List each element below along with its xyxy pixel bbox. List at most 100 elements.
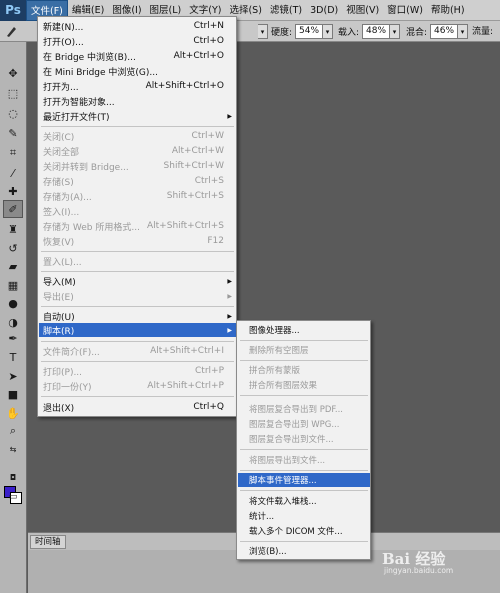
submenu-item-comps-to-pdf[interactable]: 将图层复合导出到 PDF... [238, 402, 370, 416]
hardness-field[interactable]: 54% [295, 24, 324, 39]
load-dropdown-arrow[interactable]: ▾ [390, 24, 401, 39]
menu-item-print[interactable]: 打印(P)... Ctrl+P [39, 364, 236, 378]
timeline-tab[interactable]: 时间轴 [30, 535, 66, 549]
menu-separator [41, 361, 234, 362]
submenu-item-browse[interactable]: 浏览(B)... [238, 544, 370, 558]
move-icon[interactable]: ✥ [3, 64, 23, 82]
load-field[interactable]: 48% [362, 24, 391, 39]
brush-icon[interactable]: ✐ [3, 200, 23, 218]
menu-item-automate[interactable]: 自动(U) ▶ [39, 309, 236, 323]
submenu-arrow-icon: ▶ [227, 112, 232, 120]
submenu-arrow-icon: ▶ [227, 312, 232, 320]
menu-item-place[interactable]: 置入(L)... [39, 254, 236, 268]
shape-icon[interactable]: ■ [3, 385, 23, 403]
menu-separator [41, 306, 234, 307]
lasso-icon[interactable]: ◌ [3, 104, 23, 122]
gradient-icon[interactable]: ▦ [3, 276, 23, 294]
submenu-item-delete-empty-layers[interactable]: 删除所有空图层 [238, 343, 370, 357]
baidu-jingyan-watermark: Bai 经验 jingyan.baidu.com [382, 548, 453, 575]
submenu-item-comps-to-files[interactable]: 图层复合导出到文件... [238, 432, 370, 446]
menu-separator [41, 341, 234, 342]
submenu-item-script-events-manager[interactable]: 脚本事件管理器... [238, 473, 370, 487]
submenu-arrow-icon: ▶ [227, 326, 232, 334]
flow-label: 流量: [472, 27, 494, 37]
menu-item-save-as[interactable]: 存储为(A)... Shift+Ctrl+S [39, 189, 236, 203]
menu-3d[interactable]: 3D(D) [306, 0, 342, 21]
menu-window[interactable]: 窗口(W) [383, 0, 427, 21]
menu-item-close[interactable]: 关闭(C) Ctrl+W [39, 129, 236, 143]
stamp-icon[interactable]: ♜ [3, 220, 23, 238]
crop-icon[interactable]: ⌗ [3, 144, 23, 162]
submenu-item-layers-to-files[interactable]: 将图层导出到文件... [238, 453, 370, 467]
eraser-icon[interactable]: ▰ [3, 257, 23, 275]
submenu-arrow-icon: ▶ [227, 292, 232, 300]
pen-icon[interactable]: ✒ [3, 329, 23, 347]
submenu-item-flatten-layer-effects[interactable]: 拼合所有图层效果 [238, 378, 370, 392]
menu-item-scripts[interactable]: 脚本(R) ▶ [39, 323, 236, 337]
zoom-icon[interactable]: ⌕ [3, 422, 23, 440]
menu-separator [41, 251, 234, 252]
menu-item-save[interactable]: 存储(S) Ctrl+S [39, 174, 236, 188]
menu-separator [41, 126, 234, 127]
hardness-label: 硬度: [271, 28, 293, 38]
screen-mode-icon[interactable]: ▭ [3, 488, 23, 506]
type-icon[interactable]: T [3, 348, 23, 366]
watermark-url: jingyan.baidu.com [384, 566, 454, 575]
menu-separator [240, 541, 368, 542]
menu-item-import[interactable]: 导入(M) ▶ [39, 274, 236, 288]
tool-panel: ✥ ⬚ ◌ ✎ ⌗ ⁄ ✚ ✐ ♜ ↺ ▰ ▦ ● ◑ ✒ T ➤ ■ ✋ ⌕ … [0, 42, 27, 593]
menu-item-revert[interactable]: 恢复(V) F12 [39, 234, 236, 248]
submenu-item-comps-to-wpg[interactable]: 图层复合导出到 WPG... [238, 417, 370, 431]
menu-separator [41, 271, 234, 272]
menu-separator [240, 490, 368, 491]
mix-dropdown-arrow[interactable]: ▾ [458, 24, 469, 39]
menu-item-exit[interactable]: 退出(X) Ctrl+Q [39, 400, 236, 414]
menu-separator [240, 395, 368, 396]
submenu-item-image-processor[interactable]: 图像处理器... [238, 323, 370, 337]
menu-item-file-info[interactable]: 文件简介(F)... Alt+Shift+Ctrl+I [39, 344, 236, 358]
menu-view[interactable]: 视图(V) [342, 0, 383, 21]
menu-item-browse-mini-bridge[interactable]: 在 Mini Bridge 中浏览(G)... [39, 64, 236, 78]
menu-item-open-smart-object[interactable]: 打开为智能对象... [39, 94, 236, 108]
menu-item-save-for-web[interactable]: 存储为 Web 所用格式... Alt+Shift+Ctrl+S [39, 219, 236, 233]
menu-item-recent-files[interactable]: 最近打开文件(T) ▶ [39, 109, 236, 123]
mix-field[interactable]: 46% [430, 24, 459, 39]
mode-dropdown-arrow[interactable]: ▾ [258, 24, 268, 39]
submenu-item-flatten-masks[interactable]: 拼合所有蒙版 [238, 363, 370, 377]
menu-separator [240, 449, 368, 450]
submenu-item-statistics[interactable]: 统计... [238, 509, 370, 523]
marquee-icon[interactable]: ⬚ [3, 84, 23, 102]
submenu-item-load-dicom[interactable]: 载入多个 DICOM 文件... [238, 524, 370, 538]
blur-icon[interactable]: ● [3, 294, 23, 312]
load-label: 载入: [338, 28, 360, 38]
menu-item-open[interactable]: 打开(O)... Ctrl+O [39, 34, 236, 48]
eyedropper-icon[interactable]: ⁄ [3, 164, 23, 182]
menu-item-browse-bridge[interactable]: 在 Bridge 中浏览(B)... Alt+Ctrl+O [39, 49, 236, 63]
history-brush-icon[interactable]: ↺ [3, 239, 23, 257]
menu-separator [41, 396, 234, 397]
menu-item-print-one-copy[interactable]: 打印一份(Y) Alt+Shift+Ctrl+P [39, 379, 236, 393]
menu-item-check-in[interactable]: 签入(I)... [39, 204, 236, 218]
brush-preset-icon[interactable] [4, 24, 20, 39]
menu-item-close-all[interactable]: 关闭全部 Alt+Ctrl+W [39, 144, 236, 158]
menu-filter[interactable]: 滤镜(T) [266, 0, 306, 21]
quick-mask-icon[interactable]: ◘ [3, 468, 23, 486]
submenu-arrow-icon: ▶ [227, 277, 232, 285]
submenu-item-load-files-into-stack[interactable]: 将文件载入堆栈... [238, 494, 370, 508]
hardness-dropdown-arrow[interactable]: ▾ [323, 24, 334, 39]
menu-item-export[interactable]: 导出(E) ▶ [39, 289, 236, 303]
file-menu-dropdown: 新建(N)... Ctrl+N 打开(O)... Ctrl+O 在 Bridge 中… [37, 16, 237, 417]
path-select-icon[interactable]: ➤ [3, 367, 23, 385]
healing-icon[interactable]: ✚ [3, 182, 23, 200]
swap-colors-icon[interactable]: ⇆ [3, 440, 23, 458]
quick-select-icon[interactable]: ✎ [3, 124, 23, 142]
menu-item-open-as[interactable]: 打开为... Alt+Shift+Ctrl+O [39, 79, 236, 93]
menu-item-new[interactable]: 新建(N)... Ctrl+N [39, 19, 236, 33]
menu-help[interactable]: 帮助(H) [427, 0, 469, 21]
menu-separator [240, 360, 368, 361]
hand-icon[interactable]: ✋ [3, 404, 23, 422]
mix-label: 混合: [406, 28, 428, 38]
scripts-submenu: 图像处理器... 删除所有空图层 拼合所有蒙版 拼合所有图层效果 将图层复合导出… [236, 320, 371, 560]
menu-item-close-go-bridge[interactable]: 关闭并转到 Bridge... Shift+Ctrl+W [39, 159, 236, 173]
menu-separator [240, 340, 368, 341]
